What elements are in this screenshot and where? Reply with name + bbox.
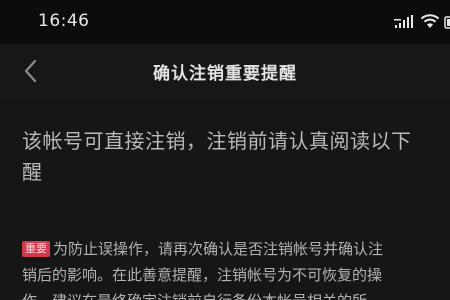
page-title: 确认注销重要提醒 (153, 64, 297, 84)
screen: 16:46 确认注销重要提醒 该帐号可直接注销，注销前请认真阅读以下 醒 重要 … (0, 0, 450, 300)
notice-line-3: 作，建议在最终确定注销前自行备份本帐号相关的所 (22, 288, 450, 300)
headline-line-1: 该帐号可直接注销，注销前请认真阅读以下 (22, 129, 412, 153)
signal-icon (394, 15, 413, 28)
status-time: 16:46 (38, 11, 90, 31)
notice-line-2: 销后的影响。在此善意提醒，注销帐号为不可恢复的操 (22, 266, 383, 284)
headline-line-2: 醒 (22, 160, 43, 184)
notice-text-1: 为防止误操作，请再次确认是否注销帐号并确认注 (53, 240, 384, 258)
nav-bar: 确认注销重要提醒 (0, 44, 450, 100)
wifi-icon (420, 14, 440, 28)
battery-icon (444, 16, 450, 29)
notice-paragraph: 重要 为防止误操作，请再次确认是否注销帐号并确认注 销后的影响。在此善意提醒，注销… (22, 236, 450, 300)
important-badge: 重要 (22, 241, 50, 257)
headline: 该帐号可直接注销，注销前请认真阅读以下 醒 (22, 126, 450, 188)
status-bar: 16:46 (0, 0, 450, 44)
notice-line-1: 重要 为防止误操作，请再次确认是否注销帐号并确认注 (22, 236, 450, 262)
